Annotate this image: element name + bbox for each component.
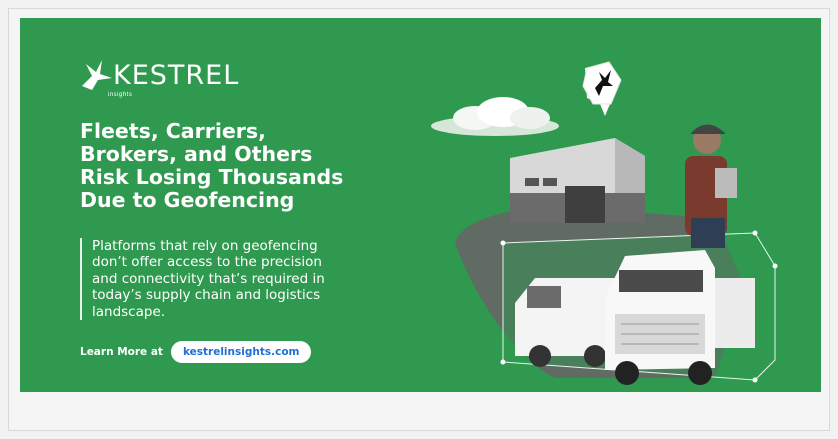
body-line: today’s supply chain and logistics xyxy=(92,287,321,304)
brand-name: KESTREL xyxy=(113,60,240,91)
cloud-icon xyxy=(431,97,559,136)
promo-banner[interactable]: KESTREL insights Fleets, Carriers, Broke… xyxy=(20,18,821,392)
warehouse-illustration xyxy=(510,138,645,223)
hero-illustration xyxy=(431,61,778,385)
worker-illustration xyxy=(685,124,737,248)
headline-line: Risk Losing Thousands xyxy=(80,165,344,189)
headline-line: Due to Geofencing xyxy=(80,188,295,212)
headline-line: Brokers, and Others xyxy=(80,142,313,166)
cta-row: Learn More at kestrelinsights.com xyxy=(80,341,312,363)
map-pin-bird-icon xyxy=(582,61,622,116)
website-link-button[interactable]: kestrelinsights.com xyxy=(170,341,312,363)
headline: Fleets, Carriers, Brokers, and Others Ri… xyxy=(80,120,400,212)
body-paragraph: Platforms that rely on geofencing don’t … xyxy=(92,238,382,320)
body-line: don’t offer access to the precision xyxy=(92,254,322,271)
body-line: Platforms that rely on geofencing xyxy=(92,238,318,254)
brand-subtitle: insights xyxy=(108,92,133,98)
body-line: and connectivity that’s required in xyxy=(92,270,325,287)
kestrel-bird-icon xyxy=(82,60,112,90)
brand-logo[interactable]: KESTREL insights xyxy=(78,56,268,108)
body-copy: Platforms that rely on geofencing don’t … xyxy=(80,238,382,321)
body-line: landscape. xyxy=(92,303,166,320)
van-illustration xyxy=(515,278,615,367)
cta-label: Learn More at xyxy=(80,346,163,358)
headline-line: Fleets, Carriers, xyxy=(80,119,266,143)
